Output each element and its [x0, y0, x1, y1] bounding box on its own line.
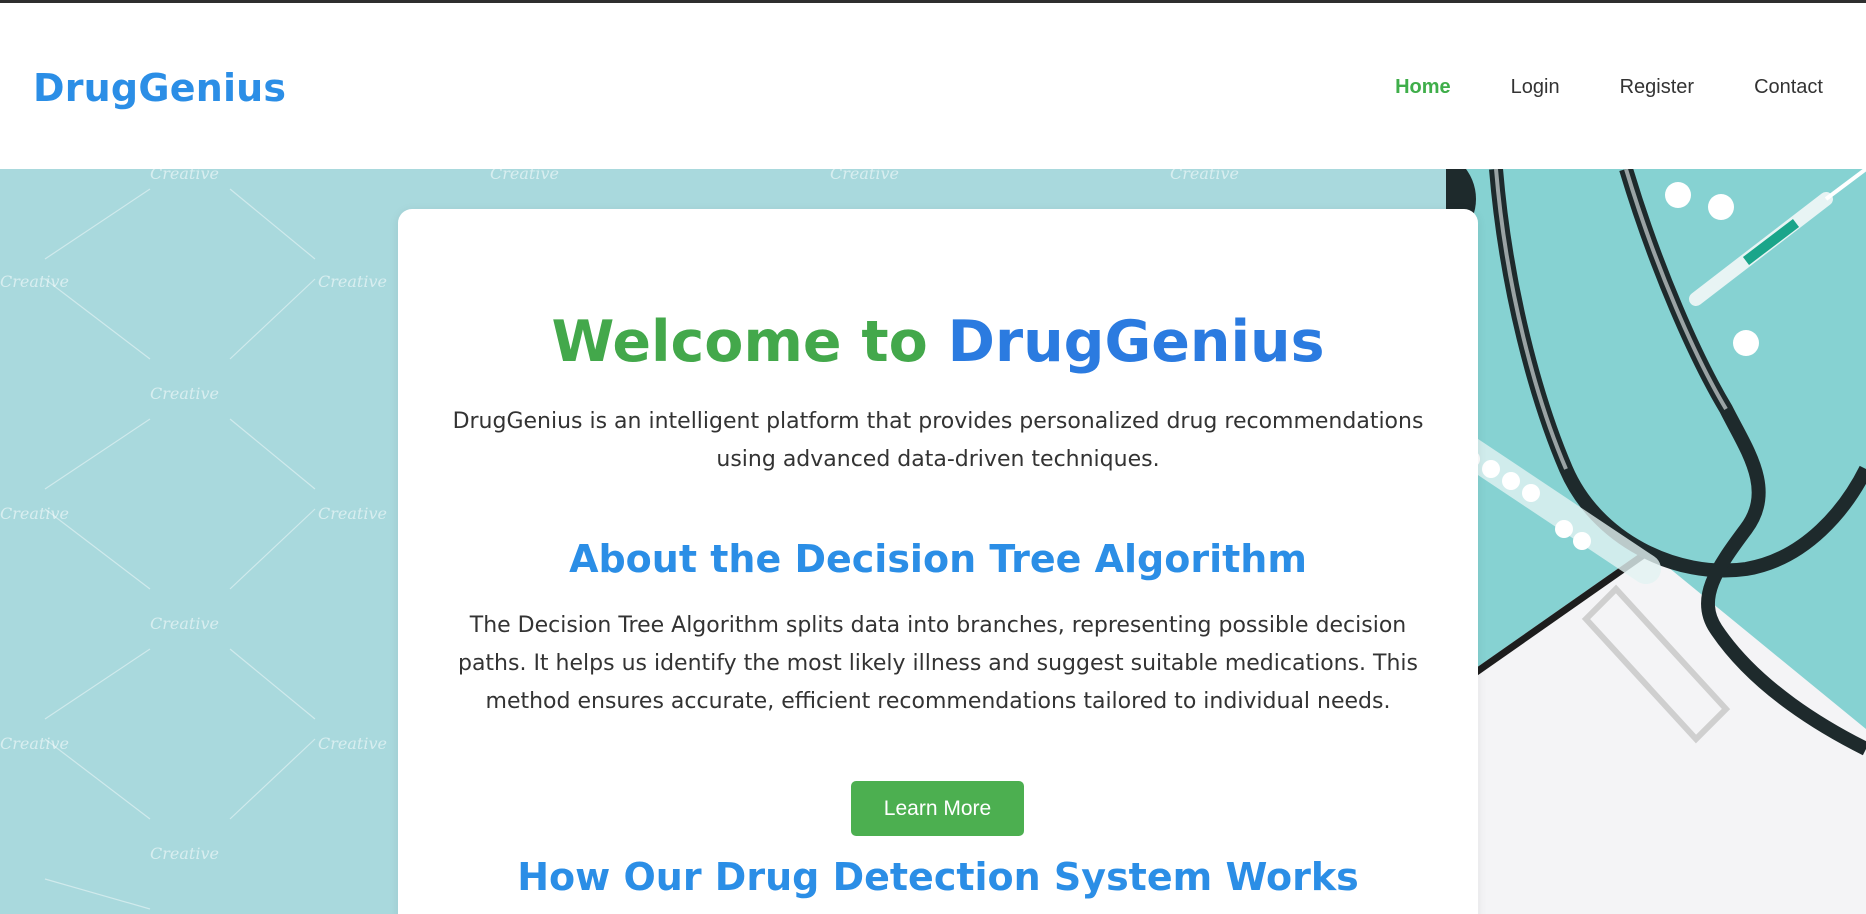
nav-register[interactable]: Register: [1620, 77, 1694, 97]
welcome-title-brand: DrugGenius: [947, 309, 1325, 375]
svg-text:Creative: Creative: [318, 734, 387, 753]
svg-text:Creative: Creative: [150, 384, 219, 403]
brand-logo[interactable]: DrugGenius: [33, 69, 286, 107]
svg-text:Creative: Creative: [1170, 169, 1239, 183]
intro-text: DrugGenius is an intelligent platform th…: [452, 409, 1424, 472]
nav-login[interactable]: Login: [1511, 77, 1560, 97]
how-it-works-heading: How Our Drug Detection System Works: [517, 855, 1359, 899]
svg-text:Creative: Creative: [830, 169, 899, 183]
svg-text:Creative: Creative: [0, 272, 69, 291]
about-text: The Decision Tree Algorithm splits data …: [457, 613, 1419, 714]
learn-more-button[interactable]: Learn More: [851, 781, 1024, 836]
hero-section: Creative Creative Creative Creative Crea…: [0, 169, 1866, 914]
about-heading: About the Decision Tree Algorithm: [569, 537, 1307, 581]
svg-text:Creative: Creative: [0, 504, 69, 523]
welcome-title: Welcome to DrugGenius: [398, 311, 1478, 374]
main-nav: Home Login Register Contact: [1335, 77, 1823, 97]
nav-contact[interactable]: Contact: [1754, 77, 1823, 97]
svg-text:Creative: Creative: [0, 734, 69, 753]
site-header: DrugGenius Home Login Register Contact: [0, 3, 1866, 169]
svg-text:Creative: Creative: [318, 272, 387, 291]
welcome-title-prefix: Welcome to: [551, 309, 928, 375]
svg-text:Creative: Creative: [318, 504, 387, 523]
welcome-card: Welcome to DrugGenius DrugGenius is an i…: [398, 209, 1478, 914]
stethoscope-illustration: [1446, 169, 1866, 914]
watermark-text: Creative: [150, 169, 219, 183]
nav-home[interactable]: Home: [1395, 77, 1451, 97]
svg-text:Creative: Creative: [150, 614, 219, 633]
svg-text:Creative: Creative: [150, 844, 219, 863]
svg-text:Creative: Creative: [490, 169, 559, 183]
